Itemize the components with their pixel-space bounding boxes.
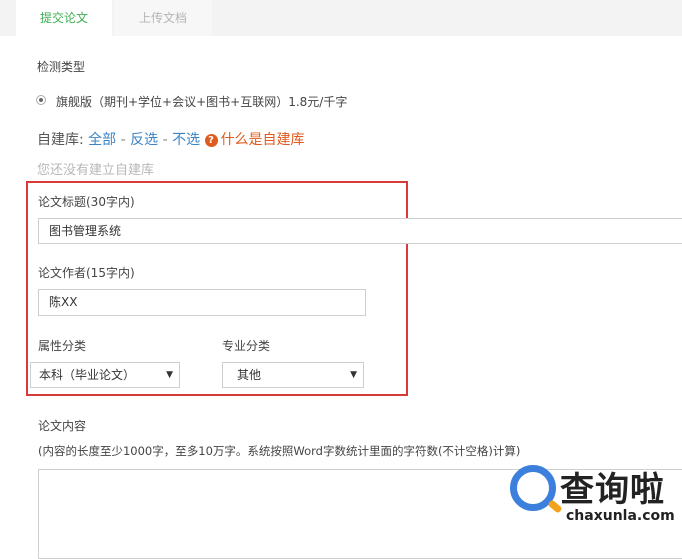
dropdown-arrow-icon: ▼ bbox=[166, 370, 173, 380]
paper-title-value: 图书管理系统 bbox=[49, 224, 122, 238]
attribute-category-select[interactable]: 本科（毕业论文） ▼ bbox=[30, 362, 180, 388]
major-category-value: 其他 bbox=[237, 368, 262, 382]
paper-author-value: 陈XX bbox=[49, 295, 78, 309]
separator: - bbox=[162, 132, 168, 148]
watermark-logo-icon bbox=[510, 465, 556, 511]
self-library-empty-note: 您还没有建立自建库 bbox=[37, 163, 155, 178]
major-category-select[interactable]: 其他 ▼ bbox=[222, 362, 364, 388]
question-circle-icon: ? bbox=[204, 134, 218, 147]
attribute-category-label: 属性分类 bbox=[38, 339, 87, 353]
tab-bar: 提交论文 上传文档 bbox=[0, 0, 682, 36]
separator: - bbox=[120, 132, 126, 148]
invert-selection-link[interactable]: 反选 bbox=[130, 132, 158, 148]
detection-type-option-label[interactable]: 旗舰版（期刊+学位+会议+图书+互联网）1.8元/千字 bbox=[56, 93, 347, 110]
attribute-category-value: 本科（毕业论文） bbox=[39, 368, 136, 382]
tab-upload-document[interactable]: 上传文档 bbox=[114, 0, 212, 36]
self-library-label: 自建库: bbox=[37, 132, 84, 148]
major-category-label: 专业分类 bbox=[222, 339, 271, 353]
dropdown-arrow-icon: ▼ bbox=[350, 370, 357, 380]
paper-content-note: (内容的长度至少1000字，至多10万字。系统按照Word字数统计里面的字符数(… bbox=[38, 444, 521, 458]
what-is-self-library-link[interactable]: 什么是自建库 bbox=[221, 132, 305, 148]
paper-author-label: 论文作者(15字内) bbox=[38, 266, 135, 280]
watermark-url: chaxunla.com bbox=[566, 508, 675, 524]
detection-type-radio[interactable] bbox=[36, 95, 46, 105]
paper-content-label: 论文内容 bbox=[38, 419, 87, 433]
select-all-link[interactable]: 全部 bbox=[88, 132, 116, 148]
paper-author-input[interactable]: 陈XX bbox=[38, 289, 366, 316]
watermark-text: 查询啦 bbox=[560, 470, 665, 510]
paper-title-label: 论文标题(30字内) bbox=[38, 195, 135, 209]
detection-type-heading: 检测类型 bbox=[37, 60, 86, 74]
paper-title-input[interactable]: 图书管理系统 bbox=[38, 218, 682, 244]
tab-submit-paper[interactable]: 提交论文 bbox=[16, 0, 112, 36]
select-none-link[interactable]: 不选 bbox=[172, 132, 200, 148]
self-library-row: 自建库: 全部 - 反选 - 不选 ? 什么是自建库 bbox=[37, 129, 305, 149]
